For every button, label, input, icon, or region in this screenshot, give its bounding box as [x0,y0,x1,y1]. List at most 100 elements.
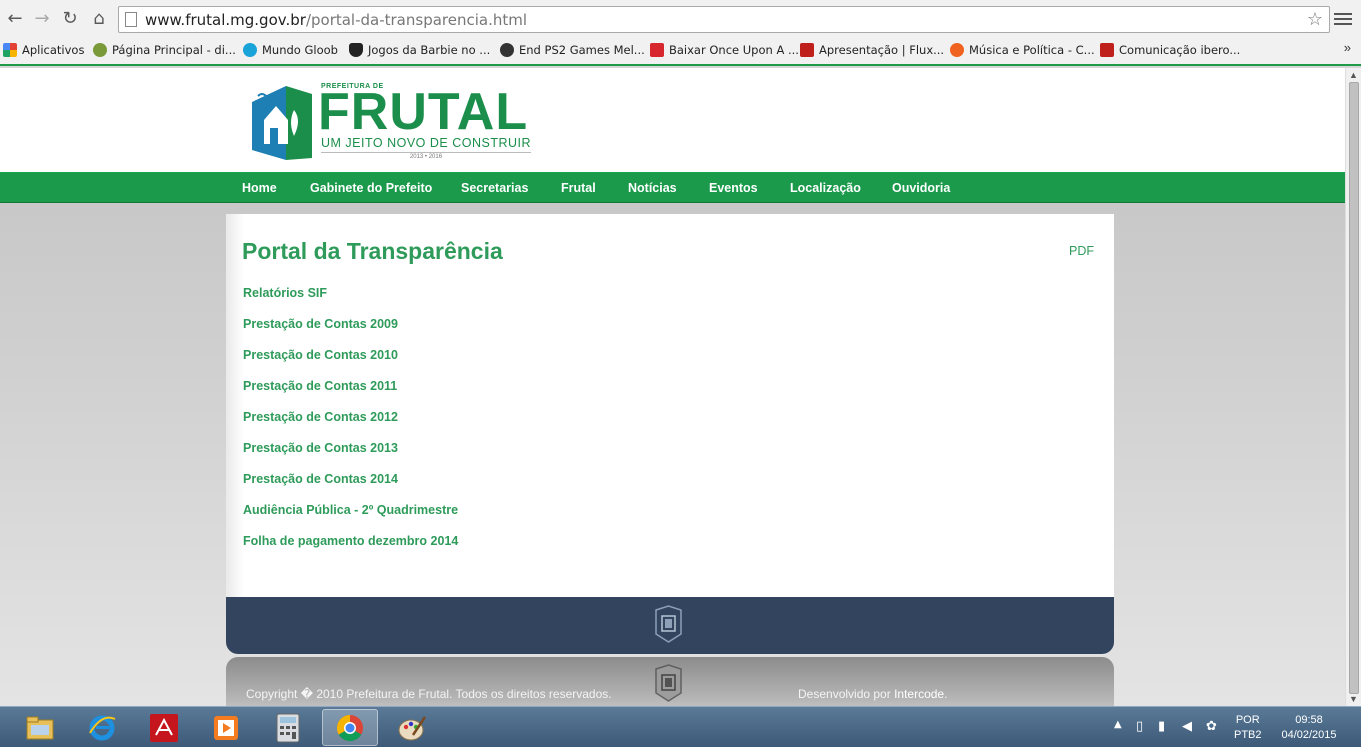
city-seal-icon [655,664,682,702]
pdf-link[interactable]: PDF [1069,244,1094,258]
developed-by-prefix: Desenvolvido por [798,687,895,701]
bookmark-item[interactable]: Música e Política - C... [950,41,1095,59]
bookmark-label: Jogos da Barbie no ... [368,43,491,57]
language-code: POR [1235,714,1260,726]
bookmark-label: End PS2 Games Mel... [519,43,645,57]
bookmark-item[interactable]: Comunicação ibero... [1100,41,1240,59]
back-arrow-icon[interactable]: ← [4,8,26,30]
browser-menu-icon[interactable] [1334,10,1352,30]
site-header: PREFEITURA DE FRUTAL UM JEITO NOVO DE CO… [0,68,1345,172]
nav-noticias[interactable]: Notícias [628,181,677,195]
calculator-icon[interactable] [260,709,316,746]
bookmark-apps[interactable]: Aplicativos [3,41,84,59]
link-prestacao-2009[interactable]: Prestação de Contas 2009 [243,317,398,331]
url-host: www.frutal.mg.gov.br [145,11,306,29]
paint-icon[interactable] [384,709,440,746]
adobe-reader-icon[interactable] [136,709,192,746]
bookmark-favicon-icon [243,43,257,57]
link-prestacao-2012[interactable]: Prestação de Contas 2012 [243,410,398,424]
bookmark-favicon-icon [93,43,107,57]
chrome-icon[interactable] [322,709,378,746]
bookmark-item[interactable]: Mundo Gloob [243,41,338,59]
logo-years: 2013 • 2016 [321,152,531,160]
content-shadow [226,214,244,597]
sync-icon[interactable]: ✿ [1206,719,1217,734]
bookmark-favicon-icon [500,43,514,57]
address-bar[interactable]: www.frutal.mg.gov.br/portal-da-transpare… [118,6,1330,33]
frutal-emblem-icon [252,86,312,160]
clock-date: 04/02/2015 [1281,729,1337,741]
bookmark-label: Página Principal - di... [112,43,236,57]
link-prestacao-2011[interactable]: Prestação de Contas 2011 [243,379,397,393]
file-explorer-icon[interactable] [12,709,68,746]
link-folha-pagamento[interactable]: Folha de pagamento dezembro 2014 [243,534,458,548]
power-icon[interactable]: ▯ [1136,719,1143,734]
clock-time: 09:58 [1295,714,1323,726]
bookmark-favicon-icon [800,43,814,57]
logo-tagline: UM JEITO NOVO DE CONSTRUIR [321,136,532,150]
url-path: /portal-da-transparencia.html [305,11,528,29]
developed-by: Desenvolvido por Intercode. [798,687,947,701]
internet-explorer-icon[interactable] [74,709,130,746]
site-logo[interactable]: PREFEITURA DE FRUTAL UM JEITO NOVO DE CO… [246,80,536,168]
link-prestacao-2013[interactable]: Prestação de Contas 2013 [243,441,398,455]
scrollbar-thumb[interactable] [1349,82,1359,694]
bookmark-item[interactable]: Baixar Once Upon A ... [650,41,799,59]
page-title: Portal da Transparência [242,238,503,264]
city-seal-icon [655,605,682,643]
bookmark-label: Mundo Gloob [262,43,338,57]
bookmark-favicon-icon [1100,43,1114,57]
bookmark-favicon-icon [950,43,964,57]
link-prestacao-2010[interactable]: Prestação de Contas 2010 [243,348,398,362]
page-scrollbar[interactable]: ▲ ▼ [1345,68,1361,706]
scroll-down-icon[interactable]: ▼ [1349,694,1358,704]
nav-ouvidoria[interactable]: Ouvidoria [892,181,950,195]
bookmark-item[interactable]: End PS2 Games Mel... [500,41,645,59]
bookmark-item[interactable]: Página Principal - di... [93,41,236,59]
bookmark-label: Comunicação ibero... [1119,43,1241,57]
bookmark-label: Baixar Once Upon A ... [669,43,799,57]
nav-gabinete[interactable]: Gabinete do Prefeito [310,181,432,195]
bookmark-favicon-icon [349,43,363,57]
bookmark-star-icon[interactable]: ☆ [1307,9,1323,30]
logo-name: FRUTAL [318,83,529,141]
page-icon [125,12,137,27]
intercode-link[interactable]: Intercode [894,687,944,701]
bookmark-favicon-icon [650,43,664,57]
web-page: PREFEITURA DE FRUTAL UM JEITO NOVO DE CO… [0,68,1345,706]
show-hidden-icons-icon[interactable]: ▲ [1114,719,1122,730]
footer: Copyright � 2010 Prefeitura de Frutal. T… [226,657,1114,706]
scroll-up-icon[interactable]: ▲ [1349,70,1358,80]
bookmark-item[interactable]: Apresentação | Flux... [800,41,944,59]
language-indicator[interactable]: POR PTB2 [1234,713,1262,743]
link-audiencia-publica[interactable]: Audiência Pública - 2º Quadrimestre [243,503,458,517]
nav-secretarias[interactable]: Secretarias [461,181,528,195]
forward-arrow-icon[interactable]: → [31,8,53,30]
keyboard-layout: PTB2 [1234,729,1262,741]
link-prestacao-2014[interactable]: Prestação de Contas 2014 [243,472,398,486]
reload-icon[interactable]: ↻ [59,8,81,30]
footer-band [226,597,1114,654]
apps-grid-icon [3,43,17,57]
media-player-icon[interactable] [198,709,254,746]
bookmark-label: Apresentação | Flux... [819,43,945,57]
copyright-text: Copyright � 2010 Prefeitura de Frutal. T… [246,687,612,701]
link-relatorios-sif[interactable]: Relatórios SIF [243,286,327,300]
home-icon[interactable]: ⌂ [88,8,110,30]
clock[interactable]: 09:58 04/02/2015 [1274,713,1344,743]
network-signal-icon[interactable]: ▮ [1158,719,1165,734]
system-tray: ▲ ▯ ▮ ◀ ✿ POR PTB2 09:58 04/02/2015 [1110,707,1361,747]
content-panel: Portal da Transparência PDF Relatórios S… [226,214,1114,597]
main-navigation: Home Gabinete do Prefeito Secretarias Fr… [0,172,1345,203]
browser-chrome: ← → ↻ ⌂ www.frutal.mg.gov.br/portal-da-t… [0,0,1361,66]
nav-home[interactable]: Home [242,181,277,195]
nav-localizacao[interactable]: Localização [790,181,861,195]
windows-taskbar: ▲ ▯ ▮ ◀ ✿ POR PTB2 09:58 04/02/2015 [0,706,1361,747]
bookmarks-bar: Aplicativos Página Principal - di... Mun… [0,38,1361,60]
more-bookmarks-button[interactable]: » [1344,40,1351,55]
bookmark-item[interactable]: Jogos da Barbie no ... [349,41,490,59]
nav-eventos[interactable]: Eventos [709,181,758,195]
volume-icon[interactable]: ◀ [1182,719,1192,734]
bookmark-label: Aplicativos [22,43,85,57]
nav-frutal[interactable]: Frutal [561,181,596,195]
